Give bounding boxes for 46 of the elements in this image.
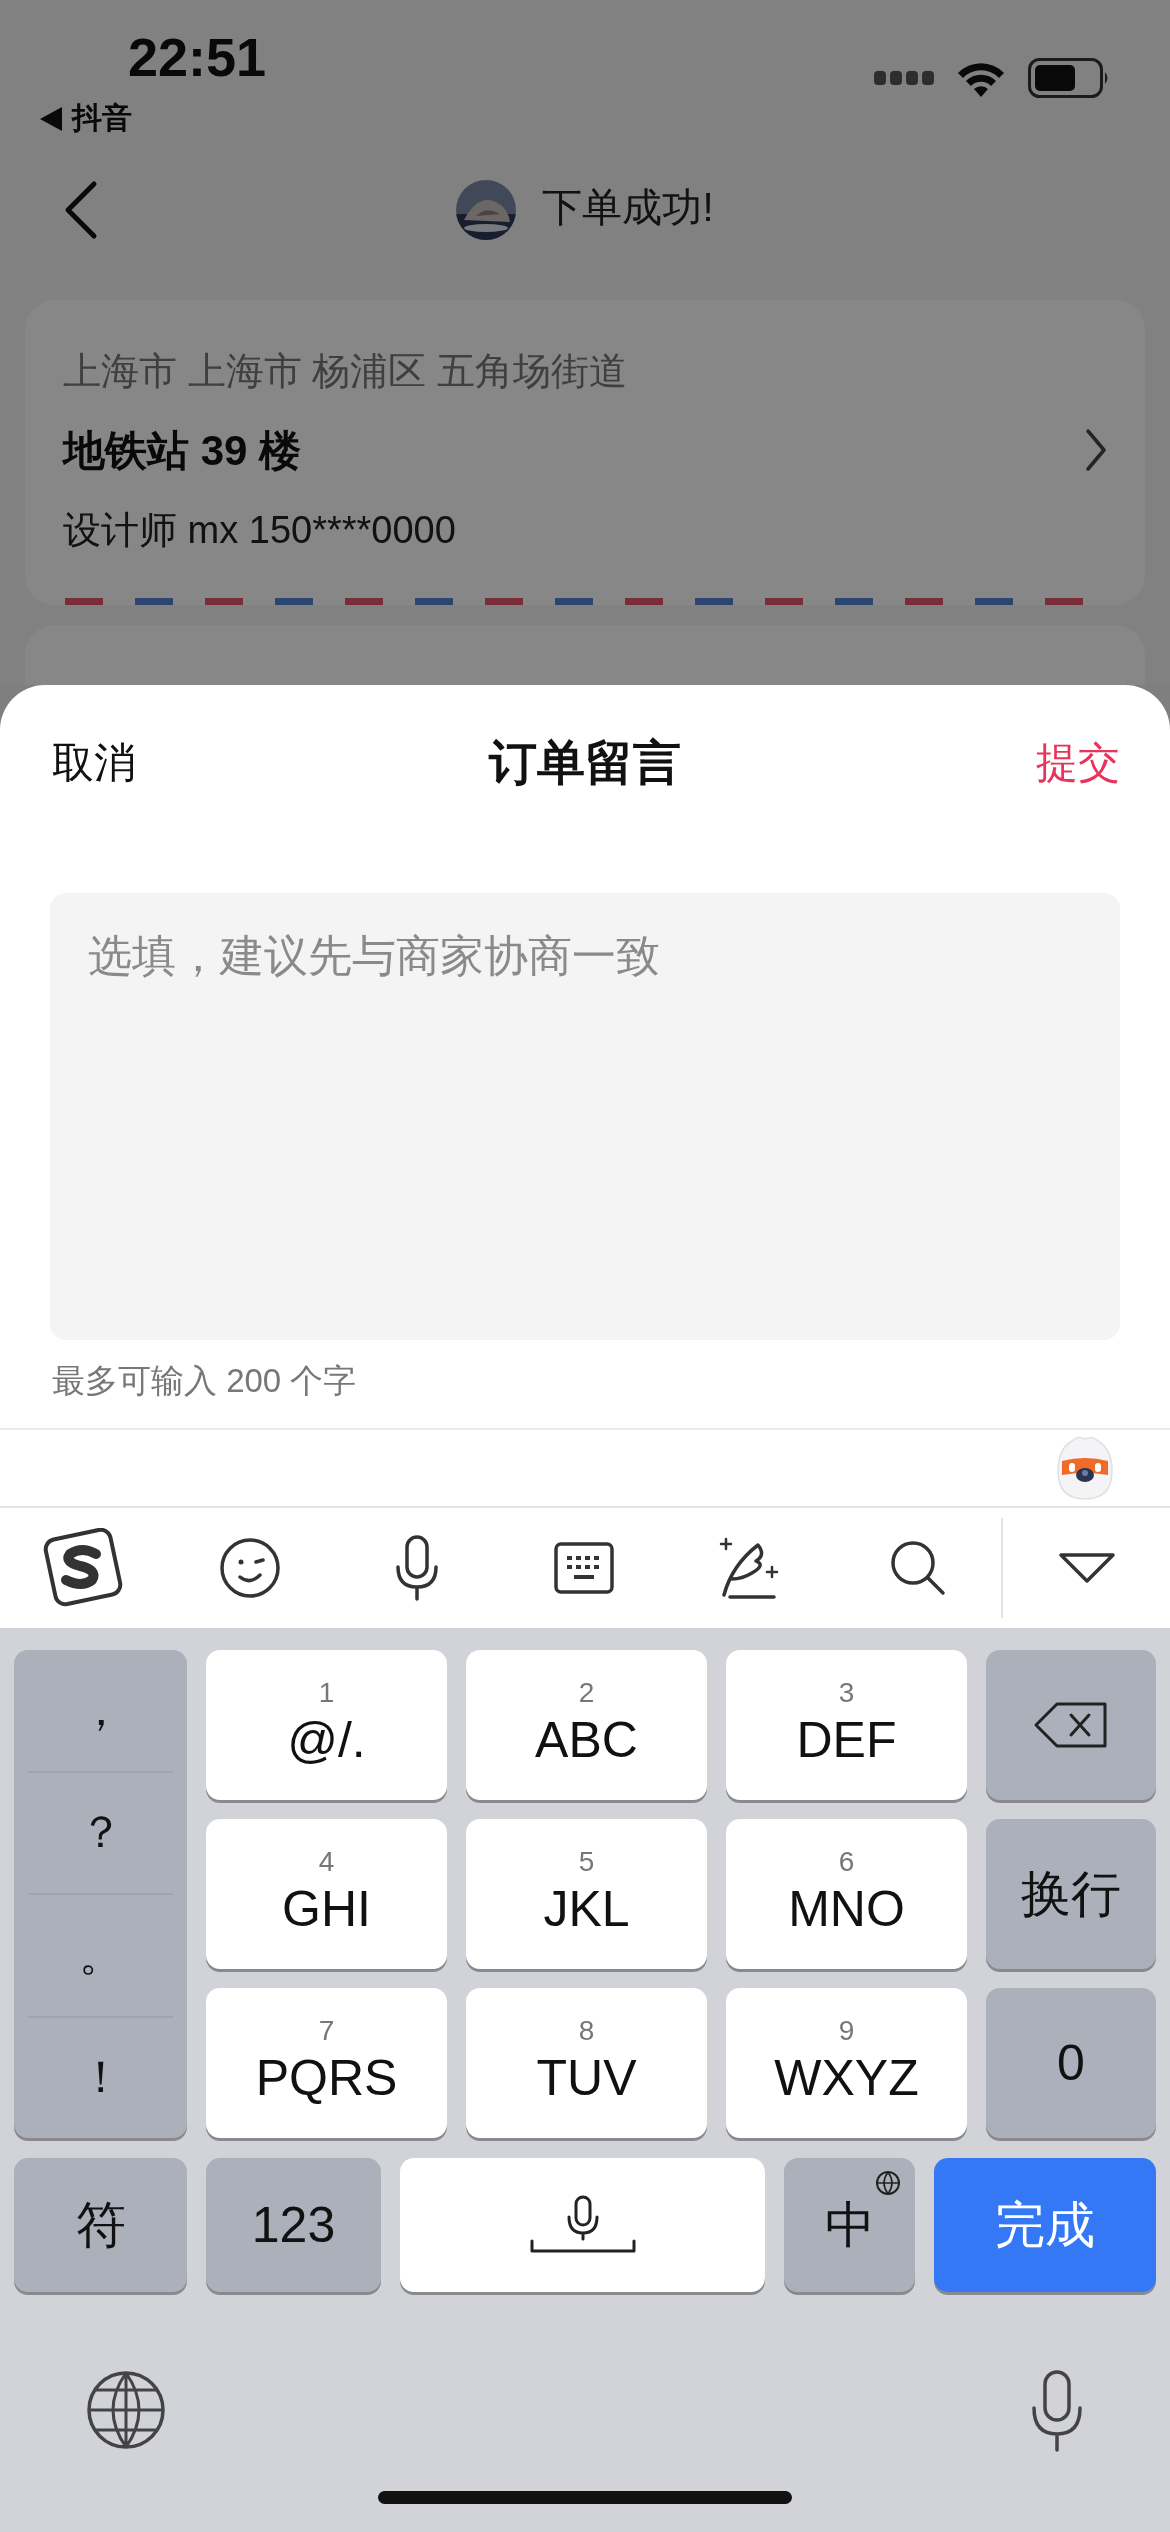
keyboard-key[interactable]: 4 GHI — [206, 1819, 447, 1969]
globe-icon — [875, 2170, 901, 2196]
keyboard-key[interactable]: 3 DEF — [726, 1650, 967, 1800]
punctuation-key[interactable]: ， — [28, 1650, 173, 1773]
backspace-icon — [1033, 1701, 1109, 1749]
punctuation-key[interactable]: 。 — [28, 1895, 173, 2018]
mascot-icon[interactable] — [1056, 1435, 1114, 1501]
page-title: 下单成功! — [542, 184, 714, 231]
keyboard-key[interactable]: 2 ABC — [466, 1650, 707, 1800]
keyboard-key[interactable]: 7 PQRS — [206, 1988, 447, 2138]
punctuation-key[interactable]: ？ — [28, 1772, 173, 1895]
punctuation-key[interactable]: ！ — [28, 2017, 173, 2138]
sheet-title: 订单留言 — [489, 735, 681, 789]
microphone-icon[interactable] — [1030, 2370, 1084, 2452]
keyboard-key[interactable]: 0 — [986, 1988, 1156, 2138]
back-app-label[interactable]: 抖音 — [72, 98, 132, 139]
address-card[interactable]: 上海市 上海市 杨浦区 五角场街道 地铁站 39 楼 设计师 mx 150****0000 — [25, 300, 1145, 605]
character-limit: 最多可输入 200 个字 — [52, 1361, 358, 1401]
collapse-keyboard-icon[interactable] — [1057, 1551, 1116, 1585]
back-triangle-icon[interactable] — [40, 106, 62, 131]
backspace-key[interactable] — [986, 1650, 1156, 1800]
chevron-right-icon — [1085, 428, 1107, 472]
cancel-button[interactable]: 取消 — [52, 734, 136, 791]
keyboard-key[interactable]: 1 @/. — [206, 1650, 447, 1800]
keyboard-key[interactable]: 9 WXYZ — [726, 1988, 967, 2138]
search-icon[interactable] — [888, 1539, 947, 1597]
done-key[interactable]: 完成 — [934, 2158, 1156, 2292]
microphone-icon[interactable] — [394, 1535, 441, 1601]
emoji-icon[interactable] — [219, 1537, 282, 1599]
input-field[interactable]: 选填，建议先与商家协商一致 — [50, 893, 1120, 1340]
submit-button[interactable]: 提交 — [1036, 734, 1120, 791]
newline-key[interactable]: 换行 — [986, 1819, 1156, 1969]
battery-icon — [1028, 58, 1110, 98]
address-contact: 设计师 mx 150****0000 — [63, 508, 456, 553]
language-key[interactable]: 中 — [784, 2158, 915, 2292]
symbols-key[interactable]: 符 — [14, 2158, 187, 2292]
status-time: 22:51 — [128, 30, 267, 84]
address-detail: 地铁站 39 楼 — [63, 426, 302, 476]
keyboard-key[interactable]: 6 MNO — [726, 1819, 967, 1969]
keyboard-icon[interactable] — [554, 1542, 614, 1594]
keyboard-key[interactable]: 8 TUV — [466, 1988, 707, 2138]
keyboard-key[interactable]: 5 JKL — [466, 1819, 707, 1969]
numbers-key[interactable]: 123 — [206, 2158, 381, 2292]
address-region: 上海市 上海市 杨浦区 五角场街道 — [63, 349, 627, 394]
globe-icon[interactable] — [86, 2370, 166, 2450]
signal-icon — [874, 71, 934, 85]
